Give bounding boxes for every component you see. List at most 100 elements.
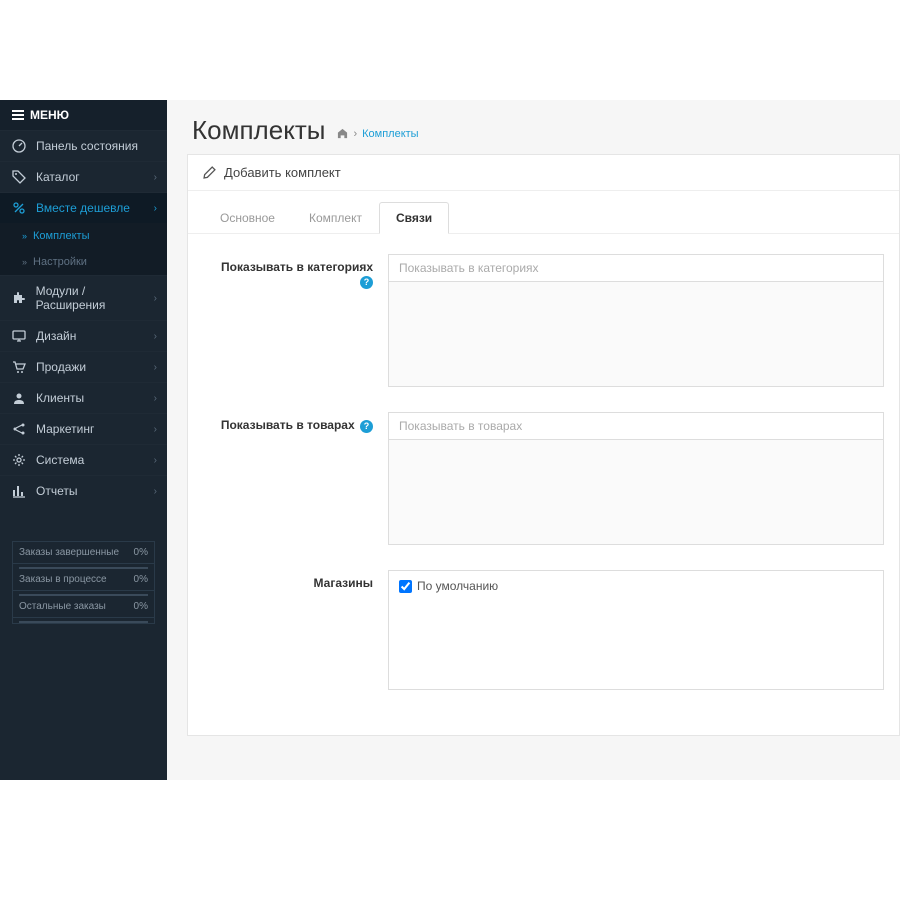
sidebar-link[interactable]: Отчеты › <box>0 476 167 506</box>
chevron-right-icon: › <box>154 331 157 342</box>
home-icon[interactable] <box>337 128 348 139</box>
percent-icon <box>12 201 28 215</box>
sidebar-link[interactable]: Вместе дешевле › <box>0 193 167 223</box>
chevron-right-icon: › <box>154 486 157 497</box>
sidebar-link[interactable]: Клиенты › <box>0 383 167 413</box>
sidebar-item-tag[interactable]: Каталог › <box>0 161 167 192</box>
chevron-right-icon: › <box>154 362 157 373</box>
input-categories[interactable] <box>388 254 884 282</box>
sidebar-item-label: Система <box>36 453 84 467</box>
sidebar-link[interactable]: Дизайн › <box>0 321 167 351</box>
sidebar-item-puzzle[interactable]: Модули / Расширения› <box>0 275 167 320</box>
subnav-label: Настройки <box>33 256 87 268</box>
panel-title: Добавить комплект <box>224 165 341 180</box>
share-icon <box>12 422 28 436</box>
stat-value: 0% <box>134 547 148 558</box>
puzzle-icon <box>12 291 28 305</box>
sidebar-link[interactable]: Каталог › <box>0 162 167 192</box>
input-products[interactable] <box>388 412 884 440</box>
gear-icon <box>12 453 28 467</box>
stat-row: Остальные заказы 0% <box>13 596 154 618</box>
tag-icon <box>12 170 28 184</box>
stat-label: Остальные заказы <box>19 601 106 612</box>
bars-icon <box>12 110 24 120</box>
categories-list[interactable] <box>388 282 884 387</box>
sidebar-link[interactable]: Маркетинг › <box>0 414 167 444</box>
form-row-stores: Магазины По умолчанию <box>203 570 884 690</box>
products-list[interactable] <box>388 440 884 545</box>
subnav: » Комплекты » Настройки <box>0 223 167 275</box>
sidebar-link[interactable]: Панель состояния <box>0 131 167 161</box>
breadcrumb: › Комплекты <box>337 128 418 140</box>
sidebar-item-cart[interactable]: Продажи › <box>0 351 167 382</box>
sidebar-item-dashboard[interactable]: Панель состояния <box>0 130 167 161</box>
sidebar-item-label: Маркетинг <box>36 422 94 436</box>
sidebar-item-gear[interactable]: Система › <box>0 444 167 475</box>
nav-list: Панель состояния Каталог › Вместе дешевле › »… <box>0 130 167 506</box>
sidebar-item-label: Вместе дешевле <box>36 201 130 215</box>
tab-Связи[interactable]: Связи <box>379 202 449 234</box>
form-row-categories: Показывать в категориях ? <box>203 254 884 387</box>
tabs: ОсновноеКомплектСвязи <box>188 191 899 234</box>
sidebar-item-share[interactable]: Маркетинг › <box>0 413 167 444</box>
pencil-icon <box>203 166 216 179</box>
sidebar-link[interactable]: Модули / Расширения› <box>0 276 167 320</box>
chevron-right-icon: › <box>154 203 157 214</box>
chevron-right-icon: › <box>154 424 157 435</box>
page-header: Комплекты › Комплекты <box>167 100 900 154</box>
stats-box: Заказы завершенные0%Заказы в процессе0%О… <box>12 541 155 624</box>
label-stores: Магазины <box>203 570 388 690</box>
label-categories: Показывать в категориях ? <box>203 254 388 387</box>
chevron-right-icon: › <box>154 172 157 183</box>
user-icon <box>12 391 28 405</box>
store-default-checkbox[interactable] <box>399 580 412 593</box>
sidebar-item-label: Каталог <box>36 170 80 184</box>
menu-header: МЕНЮ <box>0 100 167 130</box>
sidebar-item-label: Панель состояния <box>36 139 138 153</box>
form-row-products: Показывать в товарах ? <box>203 412 884 545</box>
sidebar-item-label: Модули / Расширения <box>36 284 155 312</box>
panel-header: Добавить комплект <box>188 155 899 191</box>
chevron-right-icon: › <box>154 293 157 304</box>
page-title: Комплекты <box>192 115 325 146</box>
stat-value: 0% <box>134 601 148 612</box>
tab-Основное[interactable]: Основное <box>203 202 292 234</box>
stat-label: Заказы завершенные <box>19 547 119 558</box>
sidebar-item-display[interactable]: Дизайн › <box>0 320 167 351</box>
breadcrumb-link[interactable]: Комплекты <box>362 128 418 140</box>
panel: Добавить комплект ОсновноеКомплектСвязи … <box>187 154 900 736</box>
form-body: Показывать в категориях ? Показывать в т… <box>188 234 899 735</box>
subnav-label: Комплекты <box>33 230 89 242</box>
cart-icon <box>12 360 28 374</box>
stat-bar <box>19 621 148 623</box>
label-products: Показывать в товарах ? <box>203 412 388 545</box>
help-icon[interactable]: ? <box>360 420 373 433</box>
sidebar-item-user[interactable]: Клиенты › <box>0 382 167 413</box>
sidebar-link[interactable]: Система › <box>0 445 167 475</box>
sidebar-item-label: Дизайн <box>36 329 76 343</box>
stores-area: По умолчанию <box>388 570 884 690</box>
subnav-item[interactable]: » Комплекты <box>0 223 167 249</box>
sidebar-item-label: Клиенты <box>36 391 84 405</box>
dashboard-icon <box>12 139 28 153</box>
sidebar-item-percent[interactable]: Вместе дешевле › » Комплекты » Настройки <box>0 192 167 275</box>
stat-value: 0% <box>134 574 148 585</box>
chevron-right-icon: › <box>154 393 157 404</box>
store-default-option[interactable]: По умолчанию <box>399 579 873 593</box>
menu-title: МЕНЮ <box>30 108 69 122</box>
arrow-icon: » <box>22 231 27 241</box>
chevron-right-icon: › <box>154 455 157 466</box>
display-icon <box>12 329 28 343</box>
tab-Комплект[interactable]: Комплект <box>292 202 379 234</box>
chart-icon <box>12 484 28 498</box>
sidebar-link[interactable]: Продажи › <box>0 352 167 382</box>
sidebar-item-label: Продажи <box>36 360 86 374</box>
sidebar-item-label: Отчеты <box>36 484 77 498</box>
sidebar: МЕНЮ Панель состоянияКаталог›Вместе деше… <box>0 100 167 780</box>
stat-label: Заказы в процессе <box>19 574 107 585</box>
subnav-item[interactable]: » Настройки <box>0 249 167 275</box>
arrow-icon: » <box>22 257 27 267</box>
stat-row: Заказы завершенные 0% <box>13 542 154 564</box>
help-icon[interactable]: ? <box>360 276 373 289</box>
sidebar-item-chart[interactable]: Отчеты › <box>0 475 167 506</box>
